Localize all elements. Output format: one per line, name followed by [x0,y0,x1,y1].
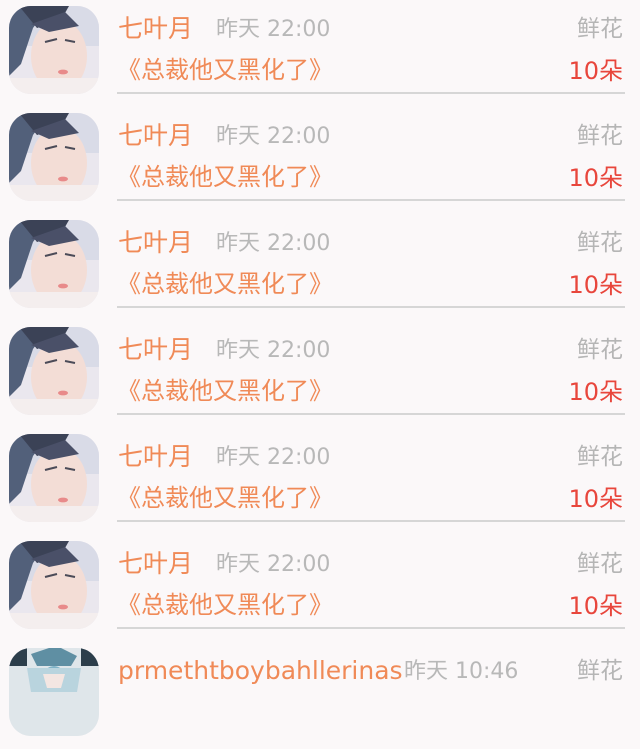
list-item[interactable]: 七叶月 昨天 22:00 鲜花 《总裁他又黑化了》 10朵 [0,107,640,214]
list-item[interactable]: 七叶月 昨天 22:00 鲜花 《总裁他又黑化了》 10朵 [0,321,640,428]
avatar[interactable] [9,541,99,629]
list-item[interactable]: prmethtboybahllerinas 昨天 10:46 鲜花 [0,642,640,749]
avatar[interactable] [9,113,99,201]
timestamp: 昨天 22:00 [216,124,331,149]
user-name[interactable]: 七叶月 [118,226,193,260]
book-title[interactable]: 《总裁他又黑化了》 [117,374,333,408]
divider [117,92,625,94]
gift-type: 鲜花 [577,551,623,577]
book-title[interactable]: 《总裁他又黑化了》 [117,588,333,622]
user-name[interactable]: 七叶月 [118,440,193,474]
gift-count: 10朵 [568,164,623,192]
gift-count: 10朵 [568,57,623,85]
divider [117,306,625,308]
gift-count: 10朵 [568,378,623,406]
gift-count: 10朵 [568,592,623,620]
gift-type: 鲜花 [577,123,623,149]
gift-count: 10朵 [568,271,623,299]
list-item[interactable]: 七叶月 昨天 22:00 鲜花 《总裁他又黑化了》 10朵 [0,214,640,321]
gift-count: 10朵 [568,485,623,513]
gift-type: 鲜花 [577,337,623,363]
avatar[interactable] [9,220,99,308]
divider [117,520,625,522]
timestamp: 昨天 22:00 [216,338,331,363]
avatar[interactable] [9,648,99,736]
timestamp: 昨天 22:00 [216,445,331,470]
book-title[interactable]: 《总裁他又黑化了》 [117,160,333,194]
gift-type: 鲜花 [577,444,623,470]
gift-type: 鲜花 [577,658,623,684]
timestamp: 昨天 10:46 [404,659,519,684]
gift-type: 鲜花 [577,16,623,42]
user-name[interactable]: 七叶月 [118,333,193,367]
avatar[interactable] [9,6,99,94]
avatar[interactable] [9,327,99,415]
divider [117,199,625,201]
timestamp: 昨天 22:00 [216,17,331,42]
timestamp: 昨天 22:00 [216,552,331,577]
avatar[interactable] [9,434,99,522]
list-item[interactable]: 七叶月 昨天 22:00 鲜花 《总裁他又黑化了》 10朵 [0,428,640,535]
list-item[interactable]: 七叶月 昨天 22:00 鲜花 《总裁他又黑化了》 10朵 [0,0,640,107]
user-name[interactable]: 七叶月 [118,547,193,581]
divider [117,413,625,415]
list-item[interactable]: 七叶月 昨天 22:00 鲜花 《总裁他又黑化了》 10朵 [0,535,640,642]
user-name[interactable]: 七叶月 [118,119,193,153]
divider [117,627,625,629]
timestamp: 昨天 22:00 [216,231,331,256]
book-title[interactable]: 《总裁他又黑化了》 [117,267,333,301]
user-name[interactable]: prmethtboybahllerinas [118,654,403,688]
gift-type: 鲜花 [577,230,623,256]
book-title[interactable]: 《总裁他又黑化了》 [117,481,333,515]
book-title[interactable]: 《总裁他又黑化了》 [117,53,333,87]
gift-record-list: 七叶月 昨天 22:00 鲜花 《总裁他又黑化了》 10朵 七叶月 昨天 22:… [0,0,640,736]
user-name[interactable]: 七叶月 [118,12,193,46]
